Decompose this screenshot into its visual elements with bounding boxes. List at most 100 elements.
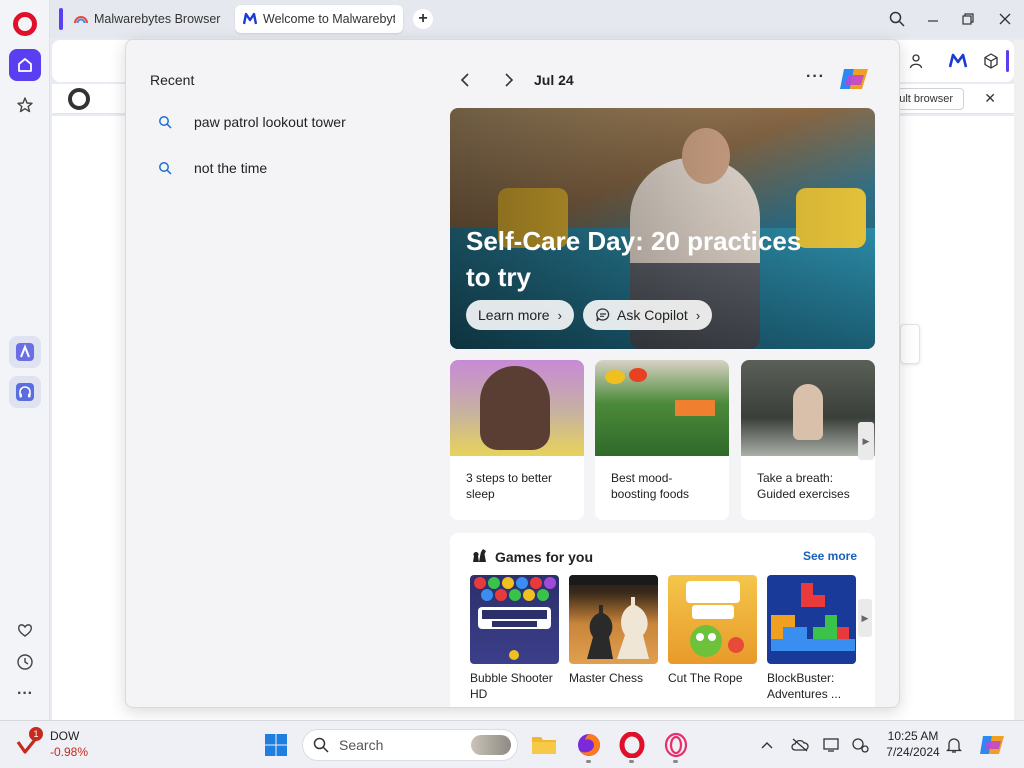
tab-welcome-malwarebytes[interactable]: Welcome to Malwarebyte <box>235 5 403 33</box>
stock-widget-button[interactable]: 1 <box>14 727 43 759</box>
opera-sidebar: ··· <box>0 0 50 720</box>
sidebar-app-aria-button[interactable] <box>9 336 41 368</box>
taskbar-search-box[interactable]: Search <box>302 729 518 761</box>
clock-date: 7/24/2024 <box>886 745 940 759</box>
firefox-button[interactable] <box>575 731 603 759</box>
minimize-button[interactable] <box>922 8 944 30</box>
hero-story[interactable]: Self-Care Day: 20 practices to try Learn… <box>450 108 875 349</box>
games-section: Games for you See more Bubble Shooter HD <box>450 533 875 707</box>
search-news-panel: Recent paw patrol lookout tower not the … <box>125 39 900 708</box>
opera-taskbar-button[interactable] <box>618 731 646 759</box>
ask-copilot-button[interactable]: Ask Copilot › <box>583 300 713 330</box>
network-button[interactable] <box>850 731 870 759</box>
start-button[interactable] <box>262 731 290 759</box>
learn-more-label: Learn more <box>478 307 550 323</box>
firefox-icon <box>578 734 600 756</box>
onedrive-button[interactable] <box>790 731 810 759</box>
close-icon <box>999 13 1011 25</box>
tab-malwarebytes-guard[interactable]: Malwarebytes Browser Gu <box>66 5 232 33</box>
sidebar-app-music-button[interactable] <box>9 376 41 408</box>
copilot-taskbar-button[interactable] <box>978 731 1006 759</box>
game-label: Master Chess <box>569 671 644 685</box>
cube-icon <box>984 53 998 69</box>
profile-button[interactable] <box>903 48 929 74</box>
search-icon <box>313 737 329 753</box>
game-label: Bubble Shooter HD <box>470 671 553 701</box>
search-icon <box>159 162 172 175</box>
notifications-button[interactable] <box>944 731 964 759</box>
card-image-detail <box>605 370 625 384</box>
news-card-sleep[interactable]: 3 steps to better sleep <box>450 360 584 520</box>
show-hidden-icons-button[interactable] <box>758 731 776 759</box>
chevron-right-icon: › <box>695 307 701 323</box>
recent-search-item[interactable]: not the time <box>158 156 267 180</box>
news-card-foods[interactable]: Best mood-boosting foods <box>595 360 729 520</box>
chevron-up-icon <box>761 742 773 749</box>
plus-icon: + <box>418 10 428 27</box>
caret-right-icon: ▶ <box>861 612 869 623</box>
cards-next-button[interactable]: ▶ <box>858 422 874 460</box>
game-tile-blockbuster[interactable]: BlockBuster: Adventures ... <box>767 575 856 702</box>
card-title: Take a breath: Guided exercises <box>757 471 850 501</box>
stock-badge: 1 <box>29 727 43 741</box>
bookmarks-button[interactable] <box>9 89 41 121</box>
recent-title: Recent <box>150 72 195 88</box>
more-options-icon[interactable]: ··· <box>806 68 825 86</box>
new-tab-button[interactable]: + <box>413 9 433 29</box>
game-thumbnail <box>569 575 658 664</box>
blockbuster-art <box>771 583 855 651</box>
user-icon <box>909 54 923 69</box>
opera-gx-taskbar-button[interactable] <box>662 731 690 759</box>
network-icon <box>852 738 869 753</box>
malwarebytes-extension-button[interactable] <box>945 48 971 74</box>
game-thumbnail <box>668 575 757 664</box>
copilot-icon[interactable] <box>838 65 870 93</box>
running-indicator <box>586 760 591 763</box>
search-tabs-button[interactable] <box>886 8 908 30</box>
see-more-link[interactable]: See more <box>803 549 857 563</box>
card-image-detail <box>675 400 715 416</box>
more-options-button[interactable]: ··· <box>9 678 41 710</box>
hero-title: Self-Care Day: 20 practices to try <box>466 226 802 292</box>
headphones-icon <box>16 383 34 401</box>
restore-button[interactable] <box>957 8 979 30</box>
cut-the-rope-art <box>686 581 744 657</box>
extensions-button[interactable] <box>978 48 1004 74</box>
home-button[interactable] <box>9 49 41 81</box>
running-indicator <box>629 760 634 763</box>
restore-icon <box>962 13 974 25</box>
folder-icon <box>532 737 556 754</box>
learn-more-button[interactable]: Learn more › <box>466 300 574 330</box>
chevron-left-icon <box>460 73 469 87</box>
file-explorer-button[interactable] <box>530 731 558 759</box>
tab-strip: Malwarebytes Browser Gu Welcome to Malwa… <box>50 0 1024 38</box>
clock[interactable]: 10:25 AM 7/24/2024 <box>880 728 946 760</box>
game-tile-bubble-shooter[interactable]: Bubble Shooter HD <box>470 575 559 702</box>
recent-search-item[interactable]: paw patrol lookout tower <box>158 110 346 134</box>
close-window-button[interactable] <box>994 8 1016 30</box>
history-button[interactable] <box>9 646 41 678</box>
opera-logo-icon[interactable] <box>13 12 37 36</box>
caret-right-icon: ▶ <box>862 435 870 446</box>
game-tile-cut-the-rope[interactable]: Cut The Rope <box>668 575 757 686</box>
stock-change: -0.98% <box>50 745 89 759</box>
chess-art <box>569 575 658 659</box>
game-tile-master-chess[interactable]: Master Chess <box>569 575 658 686</box>
search-highlight-image <box>471 735 511 755</box>
workspace-indicator <box>59 8 63 30</box>
clock-time: 10:25 AM <box>887 729 939 743</box>
bell-icon <box>946 738 962 753</box>
card-title: Best mood-boosting foods <box>611 471 690 501</box>
page-scrollbar[interactable] <box>1014 40 1024 720</box>
ask-copilot-label: Ask Copilot <box>617 307 688 323</box>
favorites-button[interactable] <box>9 614 41 646</box>
tab-label: Malwarebytes Browser Gu <box>94 12 224 26</box>
games-next-button[interactable]: ▶ <box>858 599 872 637</box>
display-settings-button[interactable] <box>822 731 842 759</box>
next-day-button[interactable] <box>498 70 518 90</box>
card-image <box>741 360 875 456</box>
copilot-icon <box>980 736 1004 754</box>
previous-day-button[interactable] <box>456 70 476 90</box>
banner-close-icon[interactable]: ✕ <box>984 90 996 107</box>
news-card-breath[interactable]: Take a breath: Guided exercises <box>741 360 875 520</box>
